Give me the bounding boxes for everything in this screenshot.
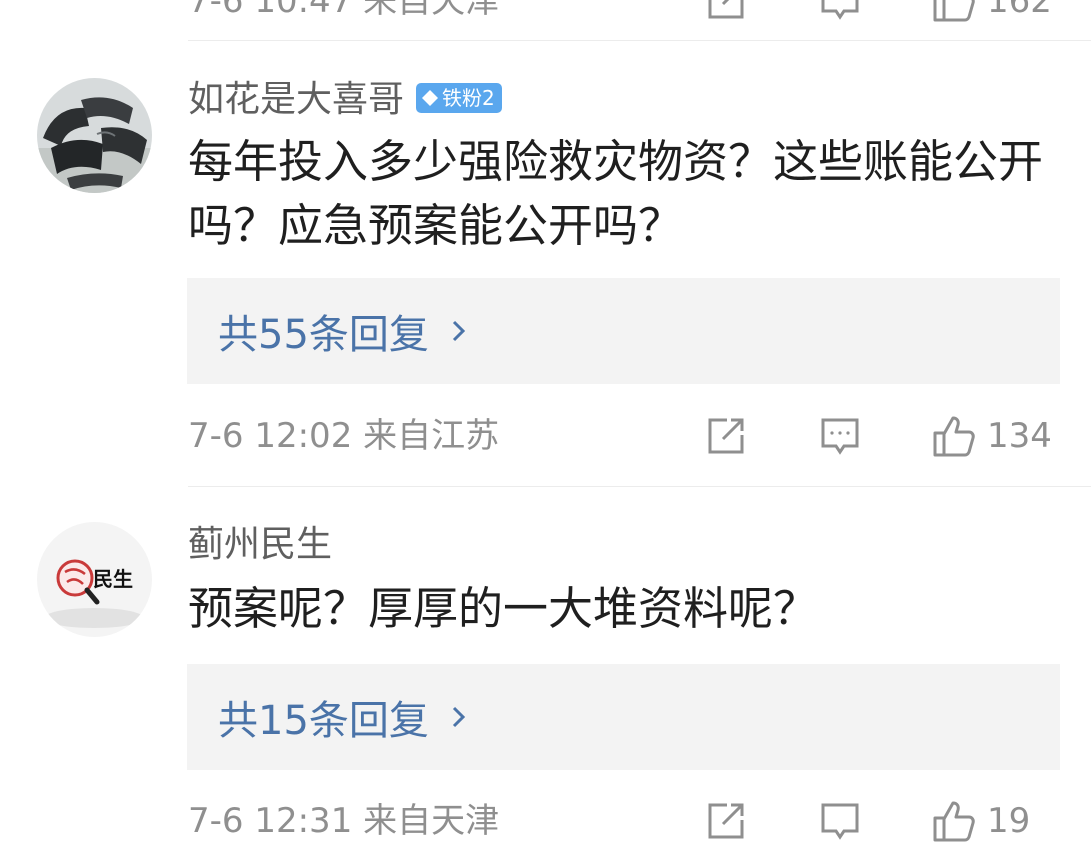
divider [188, 40, 1091, 41]
comment-text: 每年投入多少强险救灾物资？这些账能公开吗？应急预案能公开吗？ [188, 135, 1044, 252]
comment-text: 预案呢？厚厚的一大堆资料呢？ [188, 582, 819, 635]
comment-meta: 7-6 12:31 来自天津 [188, 801, 500, 841]
username-text[interactable]: 如花是大喜哥 [188, 79, 404, 120]
reply-box[interactable]: 共15条回复 [187, 664, 1060, 770]
reply-box[interactable]: 共55条回复 [187, 278, 1060, 384]
username[interactable]: 如花是大喜哥 铁粉2 [188, 78, 502, 122]
diamond-icon [422, 90, 439, 106]
like-icon [933, 801, 975, 842]
comment-meta-row: 7-6 12:02 来自江苏 134 [188, 411, 1059, 461]
comment-meta-row: 7-6 12:31 来自天津 19 [188, 796, 1059, 846]
chevron-right-icon [451, 694, 467, 740]
view-replies-link[interactable]: 共55条回复 [218, 278, 467, 384]
comment-icon [821, 803, 859, 840]
reply-count-text: 共15条回复 [218, 698, 429, 744]
comment-meta: 7-6 10:47 来自天津 [188, 0, 500, 21]
avatar[interactable] [37, 78, 152, 193]
comment-button[interactable] [819, 796, 861, 846]
share-icon [708, 418, 744, 454]
divider [188, 486, 1091, 487]
share-icon [708, 0, 744, 19]
like-button[interactable]: 134 [931, 411, 1052, 461]
like-count: 19 [987, 801, 1031, 841]
avatar-text: 民生 [93, 567, 133, 591]
badge-label: 铁粉2 [442, 86, 495, 110]
username-text[interactable]: 蓟州民生 [188, 524, 332, 565]
share-button[interactable] [705, 0, 747, 26]
reply-count-text: 共55条回复 [218, 312, 429, 358]
comment-button[interactable] [819, 0, 861, 26]
avatar[interactable]: 民生 [37, 522, 152, 637]
comment-meta: 7-6 12:02 来自江苏 [188, 416, 500, 456]
view-replies-link[interactable]: 共15条回复 [218, 664, 467, 770]
chevron-right-icon [451, 308, 467, 354]
like-count: 134 [987, 416, 1052, 456]
like-button[interactable]: 19 [931, 796, 1030, 846]
like-icon [933, 0, 975, 22]
username[interactable]: 蓟州民生 [188, 523, 332, 567]
comment-icon [821, 418, 859, 455]
share-button[interactable] [705, 796, 747, 846]
like-button[interactable]: 162 [931, 0, 1052, 26]
like-icon [933, 416, 975, 457]
comment-icon [821, 0, 859, 20]
share-button[interactable] [705, 411, 747, 461]
like-count: 162 [987, 0, 1052, 21]
comment-meta-row-top: 7-6 10:47 来自天津 162 [188, 0, 1059, 26]
comment-button[interactable] [819, 411, 861, 461]
share-icon [708, 803, 744, 839]
fan-badge: 铁粉2 [416, 83, 502, 113]
